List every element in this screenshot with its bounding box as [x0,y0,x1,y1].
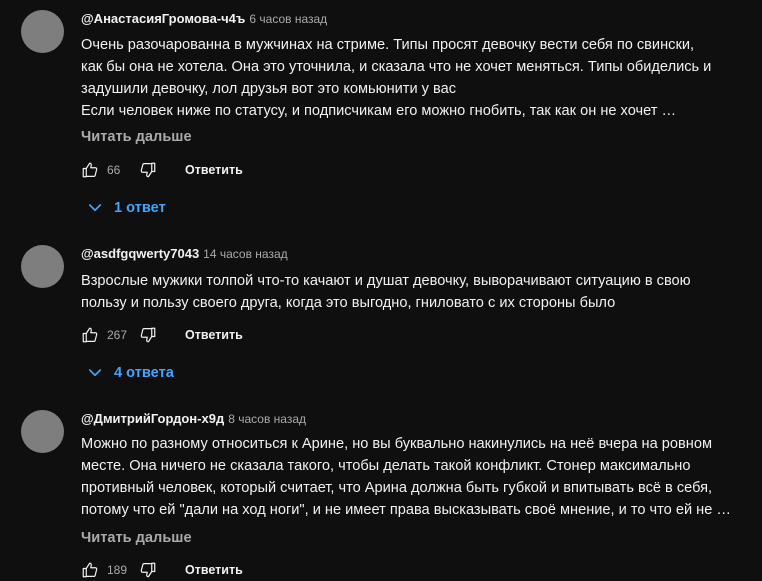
read-more-button[interactable]: Читать дальше [81,528,192,548]
like-count: 66 [107,163,121,177]
replies-label: 4 ответа [114,365,174,381]
comment-text-line: задушили девочку, лол друзья вот это ком… [81,81,457,97]
comment-text-line: месте. Она ничего не сказала такого, что… [81,458,691,474]
comment-item: @ДмитрийГордон-х9д 8 часов назад Можно по… [0,400,762,578]
comment-time[interactable]: 14 часов назад [203,247,287,261]
thumb-up-icon[interactable] [80,325,100,345]
comment-header: @asdfgqwerty7043 14 часов назад [81,245,288,263]
comment-text-line: Если человек ниже по статусу, и подписчи… [81,103,677,119]
thumb-down-icon[interactable] [138,325,158,345]
comment-text-line: как бы она не хотела. Она это уточнила, … [81,59,712,75]
comment-text-line: Очень разочарованна в мужчинах на стриме… [81,37,695,53]
thumb-up-icon[interactable] [80,560,100,580]
comment-text: Очень разочарованна в мужчинах на стриме… [81,34,762,122]
comment-actions: 66 Ответить [80,159,243,181]
reply-button[interactable]: Ответить [185,163,243,177]
comment-actions: 267 Ответить [80,324,243,346]
comment-actions: 189 Ответить [80,559,243,581]
like-count: 267 [107,328,128,342]
thumb-down-icon[interactable] [138,560,158,580]
avatar[interactable] [21,10,64,53]
reply-button[interactable]: Ответить [185,328,243,342]
comment-author[interactable]: @АнастасияГромова-ч4ъ [81,11,245,26]
comment-header: @АнастасияГромова-ч4ъ 6 часов назад [81,10,327,28]
comment-header: @ДмитрийГордон-х9д 8 часов назад [81,410,306,428]
comment-item: @АнастасияГромова-ч4ъ 6 часов назад Очень… [0,0,762,230]
chevron-down-icon [88,369,102,377]
comment-author[interactable]: @asdfgqwerty7043 [81,246,199,261]
replies-label: 1 ответ [114,200,166,216]
view-replies-button[interactable]: 1 ответ [86,196,166,220]
comment-author[interactable]: @ДмитрийГордон-х9д [81,411,224,426]
comment-text: Взрослые мужики толпой что-то качают и д… [81,270,762,314]
comment-text-line: Взрослые мужики толпой что-то качают и д… [81,273,691,289]
thumb-up-icon[interactable] [80,160,100,180]
like-count: 189 [107,563,128,577]
thumb-down-icon[interactable] [138,160,158,180]
chevron-down-icon [88,204,102,212]
avatar[interactable] [21,245,64,288]
comment-item: @asdfgqwerty7043 14 часов назад Взрослые … [0,235,762,395]
comment-time[interactable]: 8 часов назад [228,412,306,426]
view-replies-button[interactable]: 4 ответа [86,361,174,385]
comment-text-line: противный человек, который считает, что … [81,480,713,496]
comment-text-line: потому что ей "дали на ход ноги", и не и… [81,502,731,518]
reply-button[interactable]: Ответить [185,563,243,577]
comment-text-line: пользу и пользу своего друга, когда это … [81,295,616,311]
comment-text: Можно по разному относиться к Арине, но … [81,433,762,521]
avatar[interactable] [21,410,64,453]
read-more-button[interactable]: Читать дальше [81,127,192,147]
comment-time[interactable]: 6 часов назад [249,12,327,26]
comment-text-line: Можно по разному относиться к Арине, но … [81,436,712,452]
